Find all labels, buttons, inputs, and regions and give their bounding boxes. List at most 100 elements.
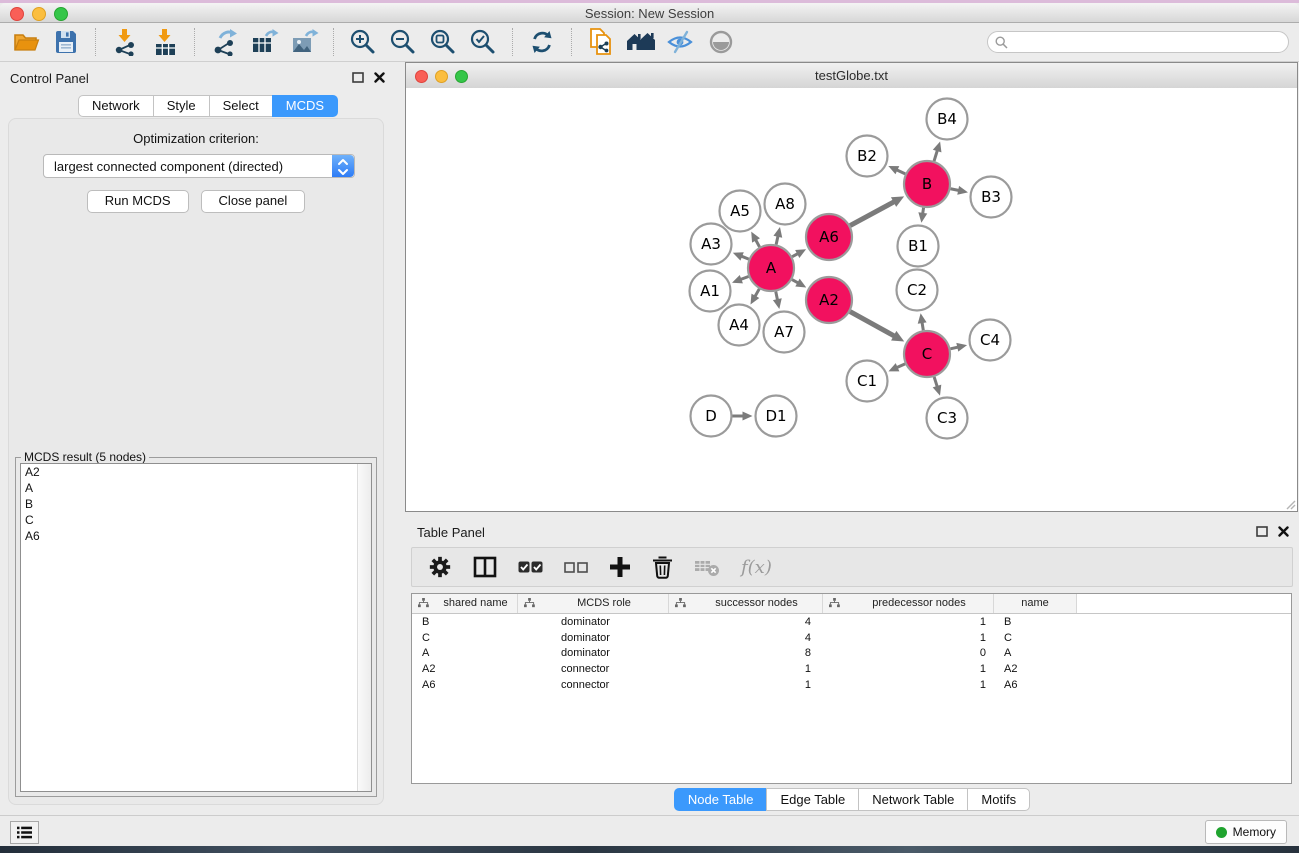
export-table-button[interactable] xyxy=(244,26,284,58)
mcds-result-item[interactable]: A xyxy=(21,480,371,496)
deselect-all-checkboxes-icon[interactable] xyxy=(564,562,588,573)
clone-network-button[interactable] xyxy=(581,26,621,58)
close-panel-icon[interactable] xyxy=(374,72,385,83)
graph-node-B1[interactable]: B1 xyxy=(898,226,939,267)
graph-edge[interactable] xyxy=(950,347,958,349)
graph-node-A7[interactable]: A7 xyxy=(764,312,805,353)
show-eye-button[interactable] xyxy=(701,26,741,58)
home-button[interactable] xyxy=(621,26,661,58)
graph-node-B2[interactable]: B2 xyxy=(847,136,888,177)
graph-node-A1[interactable]: A1 xyxy=(690,271,731,312)
network-window-titlebar[interactable]: testGlobe.txt xyxy=(406,63,1297,89)
memory-button[interactable]: Memory xyxy=(1205,820,1287,844)
float-panel-icon[interactable] xyxy=(352,72,364,83)
graph-node-A3[interactable]: A3 xyxy=(691,224,732,265)
table-row[interactable]: A2 connector 1 1 A2 xyxy=(412,661,1291,677)
graph-edge[interactable] xyxy=(756,240,760,247)
import-network-button[interactable] xyxy=(105,26,145,58)
mcds-result-item[interactable]: C xyxy=(21,512,371,528)
graph-node-C3[interactable]: C3 xyxy=(927,398,968,439)
tab-style[interactable]: Style xyxy=(153,95,210,117)
graph-node-D1[interactable]: D1 xyxy=(756,396,797,437)
column-header-shared-name[interactable]: shared name xyxy=(412,594,518,613)
node-table[interactable]: shared name MCDS role successor nodes pr… xyxy=(411,593,1292,784)
close-panel-icon[interactable] xyxy=(1278,526,1289,537)
table-row[interactable]: C dominator 4 1 C xyxy=(412,630,1291,646)
zoom-fit-button[interactable] xyxy=(423,26,463,58)
run-mcds-button[interactable]: Run MCDS xyxy=(87,190,189,213)
graph-node-C4[interactable]: C4 xyxy=(970,320,1011,361)
export-image-button[interactable] xyxy=(284,26,324,58)
tab-network-table[interactable]: Network Table xyxy=(858,788,968,811)
tab-network[interactable]: Network xyxy=(78,95,154,117)
graph-edge[interactable] xyxy=(850,202,894,226)
graph-node-D[interactable]: D xyxy=(691,396,732,437)
graph-node-B3[interactable]: B3 xyxy=(971,177,1012,218)
graph-edge[interactable] xyxy=(741,256,749,259)
hide-eye-button[interactable] xyxy=(661,26,701,58)
function-builder-button[interactable]: f(x) xyxy=(741,557,772,578)
select-all-checkboxes-icon[interactable] xyxy=(518,561,543,573)
graph-edge[interactable] xyxy=(897,364,905,368)
float-panel-icon[interactable] xyxy=(1256,526,1268,537)
tab-mcds[interactable]: MCDS xyxy=(272,95,338,117)
graph-node-A2[interactable]: A2 xyxy=(806,277,852,323)
import-table-button[interactable] xyxy=(145,26,185,58)
refresh-button[interactable] xyxy=(522,26,562,58)
column-header-successor-nodes[interactable]: successor nodes xyxy=(669,594,823,613)
graph-node-A4[interactable]: A4 xyxy=(719,305,760,346)
settings-gear-icon[interactable] xyxy=(428,555,452,579)
graph-edge[interactable] xyxy=(850,312,895,337)
table-row[interactable]: A6 connector 1 1 A6 xyxy=(412,677,1291,693)
task-history-button[interactable] xyxy=(10,821,39,844)
mcds-result-item[interactable]: A6 xyxy=(21,528,371,544)
graph-edge[interactable] xyxy=(951,189,960,191)
graph-node-A6[interactable]: A6 xyxy=(806,214,852,260)
zoom-selected-button[interactable] xyxy=(463,26,503,58)
graph-node-C2[interactable]: C2 xyxy=(897,270,938,311)
resize-grip-icon[interactable] xyxy=(1284,498,1296,510)
tab-node-table[interactable]: Node Table xyxy=(674,788,768,811)
zoom-out-button[interactable] xyxy=(383,26,423,58)
split-columns-icon[interactable] xyxy=(473,556,497,578)
graph-node-B4[interactable]: B4 xyxy=(927,99,968,140)
main-titlebar[interactable]: Session: New Session xyxy=(0,3,1299,23)
dropdown-stepper[interactable] xyxy=(332,155,354,177)
graph-edge[interactable] xyxy=(896,170,905,174)
save-session-button[interactable] xyxy=(46,26,86,58)
table-row[interactable]: B dominator 4 1 B xyxy=(412,614,1291,630)
tab-motifs[interactable]: Motifs xyxy=(967,788,1030,811)
column-header-name[interactable]: name xyxy=(994,594,1077,613)
zoom-in-button[interactable] xyxy=(343,26,383,58)
graph-edge[interactable] xyxy=(776,292,778,301)
graph-edge[interactable] xyxy=(776,236,778,245)
graph-edge[interactable] xyxy=(934,377,937,387)
delete-column-icon[interactable] xyxy=(652,555,673,579)
result-list-scrollbar[interactable] xyxy=(357,464,371,791)
graph-edge[interactable] xyxy=(922,322,923,330)
network-canvas[interactable]: B4 B2 B B3 A8A5 A6 A3 B1 A C2 A1 A2 A4A7 C4 C C1 C3 D D1 xyxy=(406,88,1297,511)
graph-edge[interactable] xyxy=(792,280,798,283)
mcds-result-item[interactable]: A2 xyxy=(21,464,371,480)
delete-table-icon[interactable] xyxy=(694,558,720,577)
network-graph[interactable]: B4 B2 B B3 A8A5 A6 A3 B1 A C2 A1 A2 A4A7 C4 C C1 C3 D D1 xyxy=(406,88,1297,511)
graph-node-A8[interactable]: A8 xyxy=(765,184,806,225)
graph-node-A[interactable]: A xyxy=(748,245,794,291)
graph-node-A5[interactable]: A5 xyxy=(720,191,761,232)
tab-select[interactable]: Select xyxy=(209,95,273,117)
mcds-result-item[interactable]: B xyxy=(21,496,371,512)
add-column-icon[interactable] xyxy=(609,556,631,578)
close-panel-button[interactable]: Close panel xyxy=(201,190,306,213)
search-input[interactable] xyxy=(1008,33,1288,51)
search-field[interactable] xyxy=(987,31,1289,53)
table-row[interactable]: A dominator 8 0 A xyxy=(412,646,1291,662)
tab-edge-table[interactable]: Edge Table xyxy=(766,788,859,811)
graph-node-B[interactable]: B xyxy=(904,161,950,207)
graph-edge[interactable] xyxy=(792,253,798,256)
column-header-predecessor-nodes[interactable]: predecessor nodes xyxy=(823,594,994,613)
graph-node-C1[interactable]: C1 xyxy=(847,361,888,402)
graph-node-C[interactable]: C xyxy=(904,331,950,377)
graph-edge[interactable] xyxy=(934,150,937,161)
graph-edge[interactable] xyxy=(755,289,759,297)
open-session-button[interactable] xyxy=(6,26,46,58)
